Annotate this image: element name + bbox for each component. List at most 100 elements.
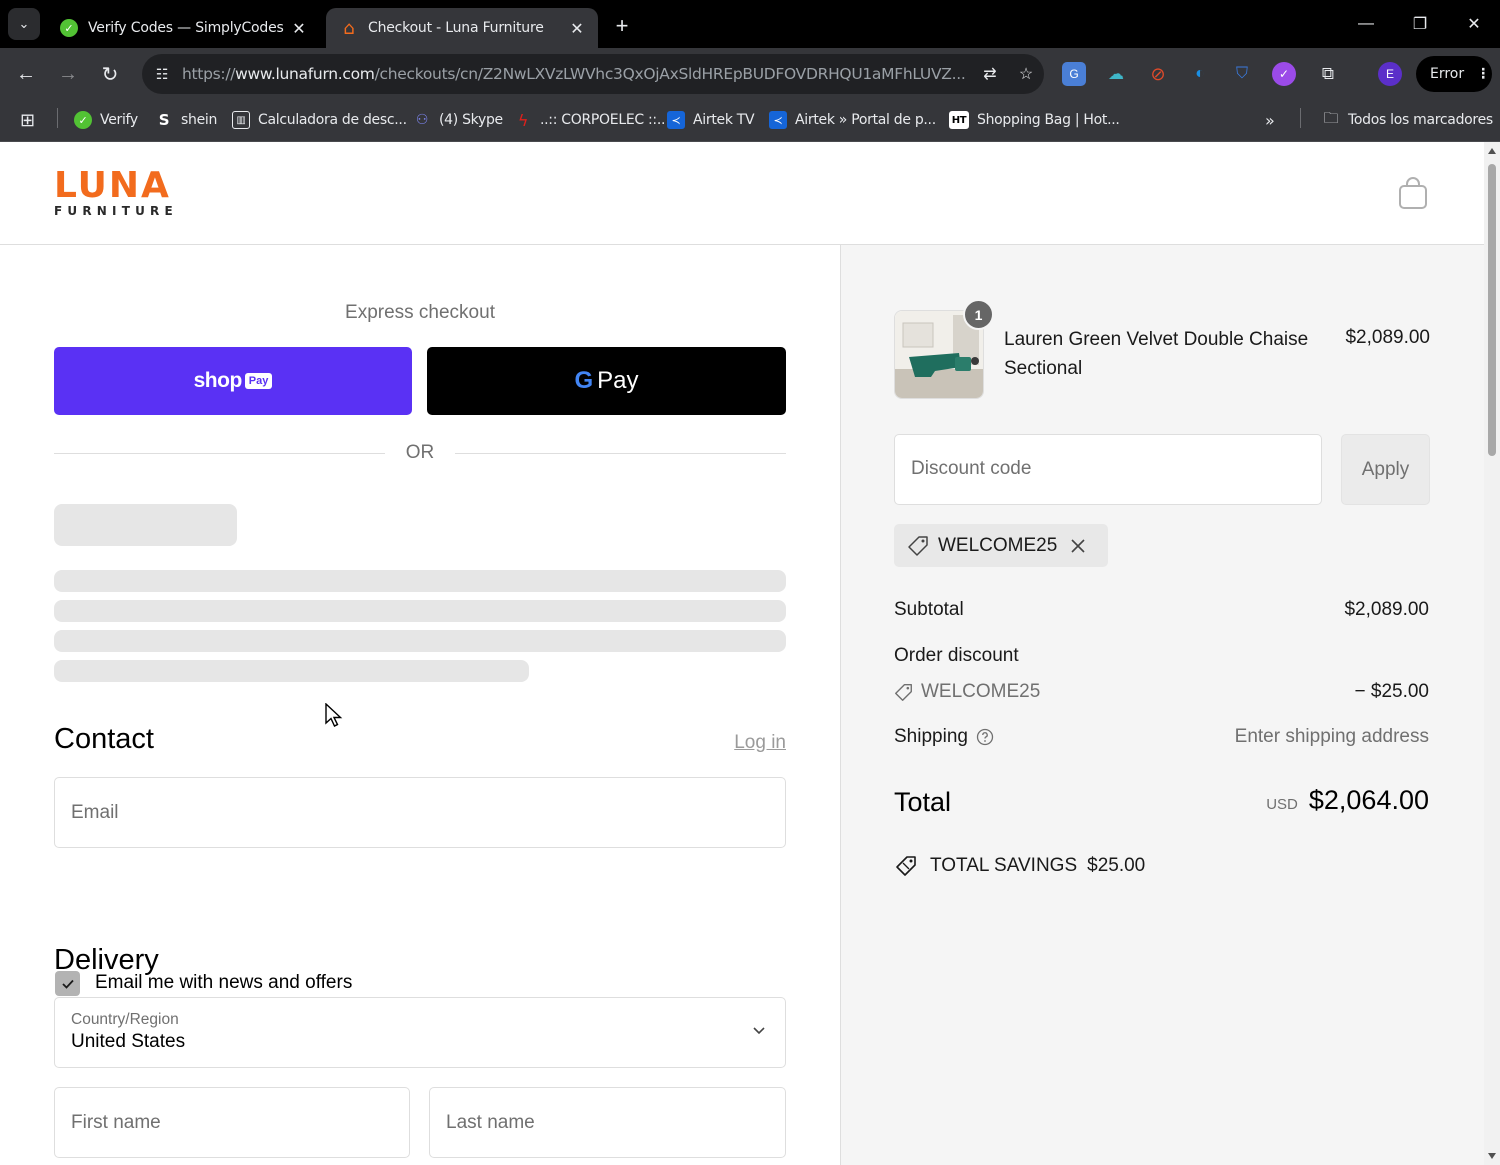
block-extension-icon[interactable]: ⊘: [1146, 62, 1170, 86]
order-discount-code: WELCOME25: [894, 681, 1040, 703]
help-circle-icon[interactable]: [976, 728, 994, 746]
address-bar[interactable]: ☷ https://www.lunafurn.com/checkouts/cn/…: [142, 54, 1044, 94]
gpay-label: Pay: [597, 367, 639, 394]
luna-furniture-logo[interactable]: LUNA FURNITURE: [54, 165, 178, 219]
total-value-group: USD $2,064.00: [1266, 785, 1429, 816]
luna-favicon-icon: ⌂: [343, 17, 355, 39]
tab-search-button[interactable]: ⌄: [8, 8, 40, 40]
tab-luna-checkout[interactable]: ⌂ Checkout - Luna Furniture ✕: [326, 8, 598, 48]
edge-extension-icon[interactable]: ◐: [1188, 62, 1212, 86]
total-label: Total: [894, 787, 952, 817]
first-name-field[interactable]: First name: [54, 1087, 410, 1158]
apps-grid-icon[interactable]: ⊞: [20, 108, 35, 132]
bookmark-star-icon[interactable]: ☆: [1008, 64, 1044, 84]
scroll-up-arrow-icon[interactable]: [1488, 148, 1496, 154]
close-window-icon[interactable]: ✕: [1454, 8, 1494, 40]
logo-wordmark: LUNA: [54, 165, 171, 206]
folder-icon: 🗀: [1323, 108, 1339, 127]
checkmark-icon: [61, 979, 74, 989]
translate-icon[interactable]: ⇄: [972, 64, 1008, 84]
email-field[interactable]: Email: [54, 777, 786, 848]
restore-icon[interactable]: ❐: [1400, 8, 1440, 40]
scrollbar-thumb[interactable]: [1488, 164, 1496, 456]
kebab-menu-icon: ⋮: [1476, 66, 1491, 82]
last-name-placeholder: Last name: [446, 1111, 535, 1133]
loading-placeholder: [54, 600, 786, 622]
total-amount: $2,064.00: [1308, 785, 1429, 815]
contact-heading: Contact: [54, 723, 154, 755]
total-savings: TOTAL SAVINGS $25.00: [894, 854, 1145, 878]
remove-discount-icon[interactable]: [1069, 537, 1087, 555]
total-currency: USD: [1266, 796, 1298, 813]
all-bookmarks-button[interactable]: 🗀 Todos los marcadores: [1322, 108, 1494, 132]
shop-pay-pill: Pay: [244, 373, 273, 389]
shipping-value: Enter shipping address: [1234, 726, 1429, 747]
shop-pay-button[interactable]: shop Pay: [54, 347, 412, 415]
bookmark-corpoelec[interactable]: ϟ ..:: CORPOELEC ::..: [514, 108, 666, 132]
bookmark-separator: [1300, 108, 1301, 128]
loading-placeholder: [54, 630, 786, 652]
bookmark-label: Airtek » Portal de p...: [795, 112, 936, 128]
google-g-icon: G: [574, 367, 594, 394]
error-label: Error: [1430, 66, 1465, 82]
log-in-link[interactable]: Log in: [700, 732, 786, 754]
new-tab-button[interactable]: +: [608, 12, 636, 40]
more-bookmarks-icon[interactable]: »: [1265, 108, 1275, 132]
error-menu-button[interactable]: Error ⋮: [1416, 56, 1492, 92]
profile-avatar[interactable]: E: [1378, 62, 1402, 86]
bookmark-shopping-bag[interactable]: HT Shopping Bag | Hot...: [949, 108, 1120, 132]
extensions-puzzle-icon[interactable]: ⧉: [1316, 62, 1340, 86]
applied-discount-chip: WELCOME25: [894, 524, 1108, 567]
all-bookmarks-label: Todos los marcadores: [1348, 112, 1493, 128]
tab-simplycodes[interactable]: ✓ Verify Codes — SimplyCodes ✕: [46, 8, 320, 48]
simplycodes-extension-icon[interactable]: ✓: [1272, 62, 1296, 86]
shein-icon: S: [158, 111, 170, 129]
order-summary-column: 1 Lauren Green Velvet Double Chaise Sect…: [840, 245, 1484, 1165]
teams-icon: ⚇: [415, 112, 429, 128]
browser-chrome: ⌄ ✓ Verify Codes — SimplyCodes ✕ ⌂ Check…: [0, 0, 1500, 142]
shipping-label-row: Shipping: [894, 726, 994, 748]
shopping-bag-icon[interactable]: [1398, 176, 1428, 210]
bookmark-label: Calculadora de desc...: [258, 112, 407, 128]
discount-code-input[interactable]: Discount code: [894, 434, 1322, 505]
cloud-extension-icon[interactable]: ☁: [1104, 62, 1128, 86]
last-name-field[interactable]: Last name: [429, 1087, 786, 1158]
browser-toolbar: ← → ↻ ☷ https://www.lunafurn.com/checkou…: [0, 48, 1500, 100]
minimize-icon[interactable]: —: [1346, 8, 1386, 40]
ht-icon: HT: [949, 111, 969, 129]
checkout-form-column: Express checkout shop Pay G Pay OR Conta…: [0, 245, 840, 1165]
bookmark-skype[interactable]: ⚇ (4) Skype: [413, 108, 503, 132]
bookmark-airtek-tv[interactable]: ≺ Airtek TV: [667, 108, 755, 132]
site-settings-icon[interactable]: ☷: [142, 66, 182, 83]
total-savings-label: TOTAL SAVINGS: [930, 855, 1078, 876]
url-text[interactable]: https://www.lunafurn.com/checkouts/cn/Z2…: [182, 65, 972, 83]
page-scrollbar[interactable]: [1484, 142, 1500, 1165]
scroll-down-arrow-icon[interactable]: [1488, 1153, 1496, 1159]
apply-discount-button[interactable]: Apply: [1341, 434, 1430, 505]
loading-placeholder: [54, 660, 529, 682]
chevron-down-icon: [753, 1027, 765, 1035]
close-tab-icon[interactable]: ✕: [568, 19, 586, 38]
product-name: Lauren Green Velvet Double Chaise Sectio…: [1004, 329, 1309, 379]
product-price: $2,089.00: [1345, 327, 1430, 348]
close-tab-icon[interactable]: ✕: [290, 19, 308, 38]
shop-pay-wordmark: shop: [193, 369, 243, 392]
bookmark-airtek-portal[interactable]: ≺ Airtek » Portal de p...: [769, 108, 936, 132]
divider: [54, 453, 385, 454]
shipping-label: Shipping: [894, 726, 968, 747]
subtotal-value: $2,089.00: [1344, 599, 1429, 620]
bookmark-verify[interactable]: ✓ Verify: [74, 108, 138, 132]
bookmark-shein[interactable]: S shein: [155, 108, 218, 132]
tab-title: Checkout - Luna Furniture: [368, 20, 544, 36]
shield-extension-icon[interactable]: ⛉: [1230, 62, 1254, 86]
savings-tag-icon: [896, 856, 916, 876]
tag-icon: [895, 683, 912, 701]
country-region-select[interactable]: Country/Region United States: [54, 997, 786, 1068]
reload-icon[interactable]: ↻: [94, 58, 126, 90]
back-icon[interactable]: ←: [10, 58, 42, 90]
bookmark-label: shein: [181, 112, 218, 128]
bookmark-calculadora[interactable]: ▥ Calculadora de desc...: [232, 108, 407, 132]
google-pay-button[interactable]: G Pay: [427, 347, 786, 415]
translate-extension-icon[interactable]: G: [1062, 62, 1086, 86]
forward-icon[interactable]: →: [52, 58, 84, 90]
